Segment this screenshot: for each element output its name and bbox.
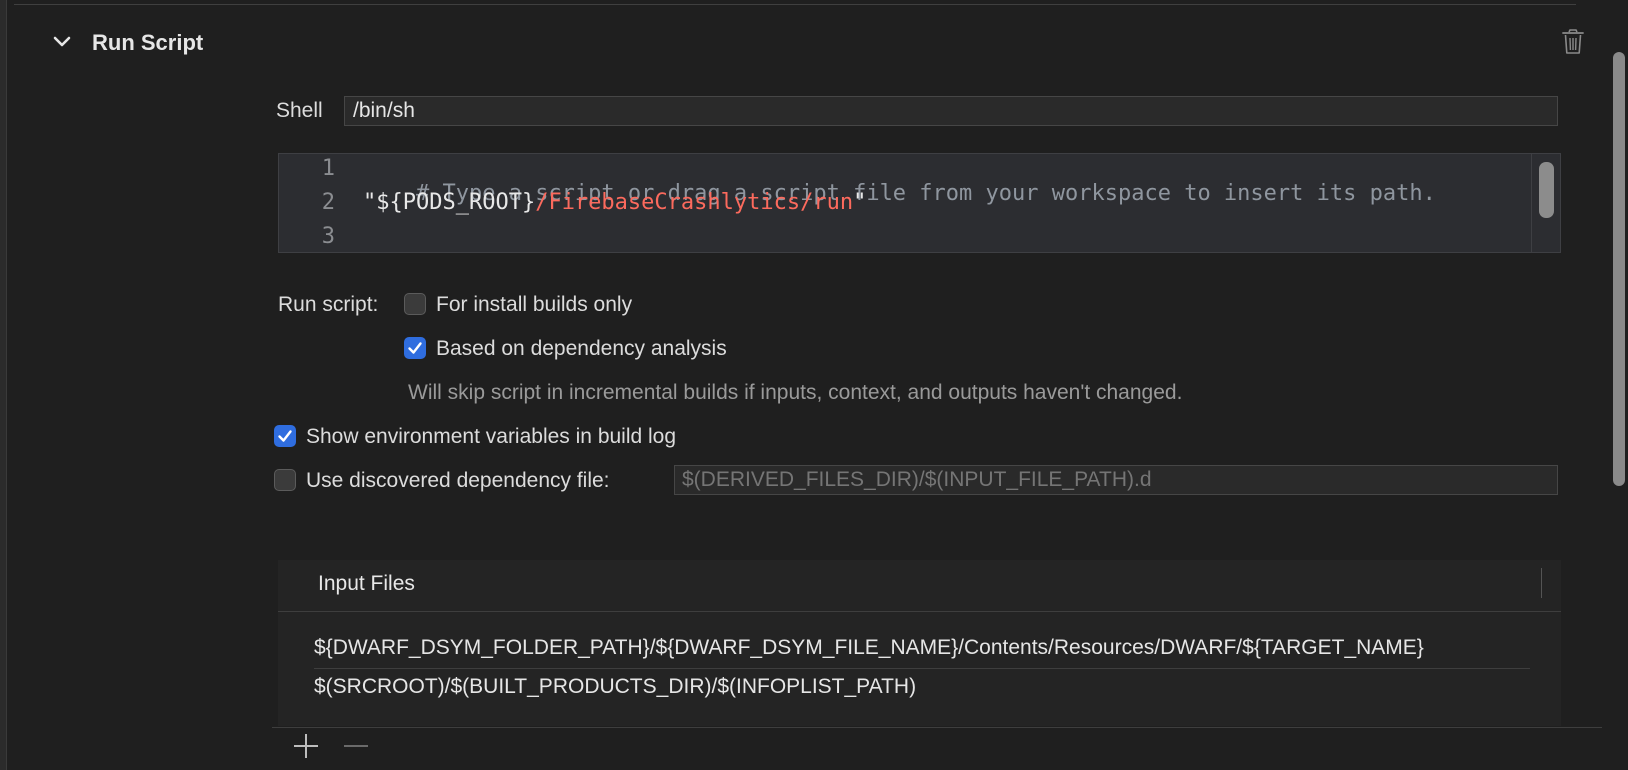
string-quote-close: " xyxy=(853,190,867,215)
editor-scrollbar-thumb[interactable] xyxy=(1539,162,1554,218)
chevron-down-icon[interactable] xyxy=(50,30,74,54)
line-number: 3 xyxy=(321,224,335,249)
checkmark-icon xyxy=(278,430,292,442)
shell-input[interactable] xyxy=(344,96,1558,126)
dep-file-input[interactable] xyxy=(674,465,1558,495)
remove-input-file-button[interactable] xyxy=(340,730,372,762)
table-row[interactable]: $(SRCROOT)/$(BUILT_PRODUCTS_DIR)/$(INFOP… xyxy=(314,675,916,699)
table-bottom-divider xyxy=(272,727,1602,728)
string-quote-open: " xyxy=(363,190,377,215)
script-editor[interactable]: 1 # Type a script or drag a script file … xyxy=(278,153,1561,253)
install-builds-label[interactable]: For install builds only xyxy=(436,293,632,317)
editor-scrollbar[interactable] xyxy=(1531,154,1560,252)
minus-icon xyxy=(344,745,368,747)
dep-file-checkbox[interactable] xyxy=(274,469,296,491)
show-env-label[interactable]: Show environment variables in build log xyxy=(306,425,676,449)
line-number: 1 xyxy=(321,156,335,181)
dependency-analysis-label[interactable]: Based on dependency analysis xyxy=(436,337,727,361)
code-line-2[interactable]: "${PODS_ROOT}/FirebaseCrashlytics/run" xyxy=(363,190,866,215)
header-divider xyxy=(278,611,1561,612)
show-env-checkbox[interactable] xyxy=(274,425,296,447)
trash-icon[interactable] xyxy=(1561,28,1585,56)
script-path: /FirebaseCrashlytics/run xyxy=(535,190,854,215)
dep-file-label[interactable]: Use discovered dependency file: xyxy=(306,469,610,493)
add-input-file-button[interactable] xyxy=(290,730,322,762)
row-divider xyxy=(314,668,1530,669)
checkmark-icon xyxy=(408,342,422,354)
vertical-scrollbar-thumb[interactable] xyxy=(1613,52,1625,486)
left-pane-edge xyxy=(0,0,7,770)
top-divider xyxy=(14,4,1576,5)
dependency-hint: Will skip script in incremental builds i… xyxy=(408,381,1183,404)
shell-label: Shell xyxy=(276,99,323,122)
input-files-header[interactable]: Input Files xyxy=(318,572,415,596)
plus-icon xyxy=(294,734,318,758)
table-row[interactable]: ${DWARF_DSYM_FOLDER_PATH}/${DWARF_DSYM_F… xyxy=(314,636,1424,660)
run-script-label: Run script: xyxy=(278,293,379,316)
script-variable: ${PODS_ROOT} xyxy=(376,190,536,215)
install-builds-checkbox[interactable] xyxy=(404,293,426,315)
dependency-analysis-checkbox[interactable] xyxy=(404,337,426,359)
section-title: Run Script xyxy=(92,30,204,55)
line-number: 2 xyxy=(321,190,335,215)
column-divider xyxy=(1541,568,1542,598)
